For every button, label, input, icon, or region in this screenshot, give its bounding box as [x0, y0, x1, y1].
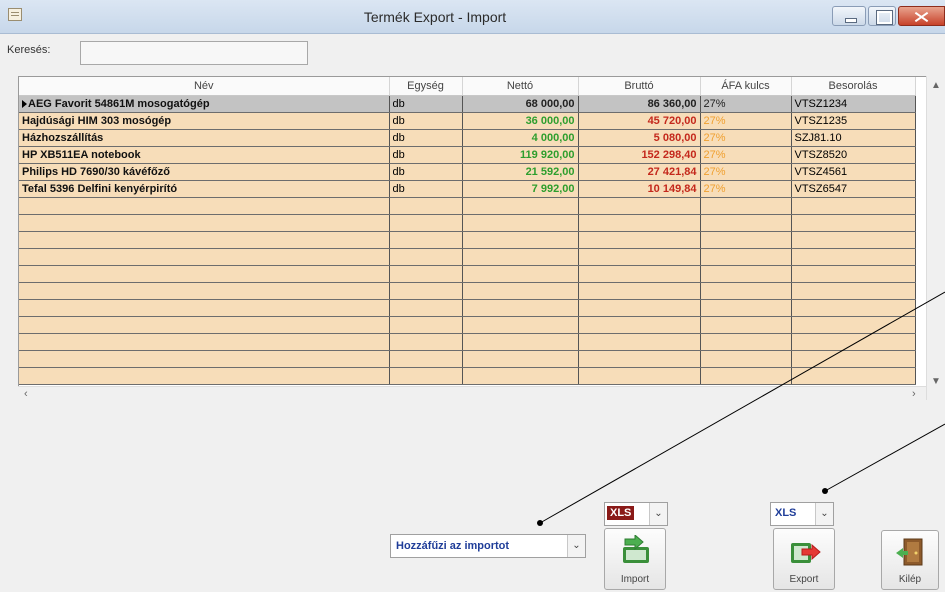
- table-row[interactable]: Házhozszállítás db 4 000,00 5 080,00 27%…: [19, 129, 916, 147]
- table-header-row: Név Egység Nettó Bruttó ÁFA kulcs Besoro…: [19, 77, 916, 96]
- table-row[interactable]: Hajdúsági HIM 303 mosógép db 36 000,00 4…: [19, 112, 916, 130]
- cell-brutto[interactable]: 10 149,84: [578, 180, 701, 198]
- table-row[interactable]: Tefal 5396 Delfini kenyérpirító db 7 992…: [19, 180, 916, 198]
- import-button[interactable]: Import: [604, 528, 666, 590]
- import-button-label: Import: [620, 574, 650, 585]
- window-title: Termék Export - Import: [363, 9, 507, 25]
- export-button[interactable]: Export: [773, 528, 835, 590]
- cell-egyseg[interactable]: db: [389, 129, 463, 147]
- cell-afa[interactable]: 27%: [700, 180, 792, 198]
- cell-afa[interactable]: 27%: [700, 112, 792, 130]
- cell-netto[interactable]: 68 000,00: [462, 95, 579, 113]
- exit-button[interactable]: Kilép: [881, 530, 939, 590]
- column-header-egyseg[interactable]: Egység: [389, 77, 463, 96]
- search-input[interactable]: [80, 41, 308, 65]
- cell-besorolas[interactable]: VTSZ1235: [791, 112, 916, 130]
- empty-row[interactable]: [19, 248, 916, 266]
- cell-nev[interactable]: Philips HD 7690/30 kávéfőző: [19, 163, 390, 181]
- column-header-brutto[interactable]: Bruttó: [578, 77, 701, 96]
- cell-brutto[interactable]: 152 298,40: [578, 146, 701, 164]
- empty-row[interactable]: [19, 197, 916, 215]
- empty-row[interactable]: [19, 299, 916, 317]
- column-header-netto[interactable]: Nettó: [462, 77, 579, 96]
- cell-egyseg[interactable]: db: [389, 163, 463, 181]
- export-format-value: XLS: [775, 507, 797, 519]
- chevron-down-icon[interactable]: ⌄: [815, 503, 833, 525]
- door-exit-icon: [896, 538, 923, 566]
- cell-besorolas[interactable]: VTSZ4561: [791, 163, 916, 181]
- cell-nev[interactable]: Házhozszállítás: [19, 129, 390, 147]
- cell-afa[interactable]: 27%: [700, 163, 792, 181]
- column-header-besorolas[interactable]: Besorolás: [791, 77, 916, 96]
- cell-netto[interactable]: 119 920,00: [462, 146, 579, 164]
- cell-brutto[interactable]: 27 421,84: [578, 163, 701, 181]
- cell-besorolas[interactable]: SZJ81.10: [791, 129, 916, 147]
- export-icon: [791, 543, 821, 563]
- empty-row[interactable]: [19, 350, 916, 368]
- empty-row[interactable]: [19, 231, 916, 249]
- empty-row[interactable]: [19, 282, 916, 300]
- table-row[interactable]: HP XB511EA notebook db 119 920,00 152 29…: [19, 146, 916, 164]
- export-button-label: Export: [789, 574, 819, 585]
- empty-row[interactable]: [19, 367, 916, 385]
- cell-nev[interactable]: AEG Favorit 54861M mosogatógép: [19, 95, 390, 113]
- empty-row[interactable]: [19, 333, 916, 351]
- import-mode-select[interactable]: Hozzáfűzi az importot ⌄: [390, 534, 586, 558]
- title-bar: Termék Export - Import: [0, 0, 945, 34]
- cell-brutto[interactable]: 86 360,00: [578, 95, 701, 113]
- column-header-afa[interactable]: ÁFA kulcs: [700, 77, 792, 96]
- import-format-value: XLS: [607, 506, 635, 520]
- chevron-down-icon[interactable]: ⌄: [567, 535, 585, 557]
- empty-row[interactable]: [19, 316, 916, 334]
- cell-afa[interactable]: 27%: [700, 95, 792, 113]
- cell-besorolas[interactable]: VTSZ8520: [791, 146, 916, 164]
- cell-brutto[interactable]: 5 080,00: [578, 129, 701, 147]
- cell-egyseg[interactable]: db: [389, 112, 463, 130]
- row-pointer-icon: [22, 99, 27, 108]
- scroll-up-icon[interactable]: ▲: [931, 80, 941, 91]
- close-button[interactable]: [898, 6, 945, 26]
- cell-besorolas[interactable]: VTSZ6547: [791, 180, 916, 198]
- scroll-left-icon[interactable]: ‹: [24, 388, 28, 400]
- cell-nev[interactable]: Hajdúsági HIM 303 mosógép: [19, 112, 390, 130]
- scroll-right-icon[interactable]: ›: [912, 388, 916, 400]
- empty-row[interactable]: [19, 214, 916, 232]
- import-format-select[interactable]: XLS ⌄: [604, 502, 668, 526]
- cell-nev-text: AEG Favorit 54861M mosogatógép: [28, 97, 210, 110]
- chevron-down-icon[interactable]: ⌄: [649, 503, 667, 525]
- export-format-select[interactable]: XLS ⌄: [770, 502, 834, 526]
- cell-egyseg[interactable]: db: [389, 180, 463, 198]
- table-row[interactable]: AEG Favorit 54861M mosogatógép db 68 000…: [19, 95, 916, 113]
- exit-button-label: Kilép: [898, 574, 922, 585]
- import-mode-value: Hozzáfűzi az importot: [396, 540, 510, 552]
- cell-nev[interactable]: Tefal 5396 Delfini kenyérpirító: [19, 180, 390, 198]
- cell-netto[interactable]: 36 000,00: [462, 112, 579, 130]
- horizontal-scrollbar[interactable]: ‹ ›: [18, 386, 926, 402]
- vertical-scrollbar[interactable]: ▲ ▼: [926, 76, 945, 400]
- product-grid[interactable]: Név Egység Nettó Bruttó ÁFA kulcs Besoro…: [18, 76, 945, 400]
- cell-netto[interactable]: 21 592,00: [462, 163, 579, 181]
- table-row[interactable]: Philips HD 7690/30 kávéfőző db 21 592,00…: [19, 163, 916, 181]
- cell-afa[interactable]: 27%: [700, 129, 792, 147]
- product-table: Név Egység Nettó Bruttó ÁFA kulcs Besoro…: [19, 77, 916, 385]
- callout-dot-mode: [537, 520, 543, 526]
- cell-brutto[interactable]: 45 720,00: [578, 112, 701, 130]
- cell-netto[interactable]: 4 000,00: [462, 129, 579, 147]
- callout-dot-export-format: [822, 488, 828, 494]
- cell-besorolas[interactable]: VTSZ1234: [791, 95, 916, 113]
- search-label: Keresés:: [7, 44, 51, 56]
- scroll-down-icon[interactable]: ▼: [931, 376, 941, 387]
- cell-egyseg[interactable]: db: [389, 146, 463, 164]
- minimize-button[interactable]: [832, 6, 866, 26]
- column-header-nev[interactable]: Név: [19, 77, 390, 96]
- empty-row[interactable]: [19, 265, 916, 283]
- cell-egyseg[interactable]: db: [389, 95, 463, 113]
- import-icon: [623, 535, 649, 563]
- cell-nev[interactable]: HP XB511EA notebook: [19, 146, 390, 164]
- cell-afa[interactable]: 27%: [700, 146, 792, 164]
- cell-netto[interactable]: 7 992,00: [462, 180, 579, 198]
- callout-line-export-format: [824, 423, 945, 492]
- maximize-button[interactable]: [868, 6, 896, 26]
